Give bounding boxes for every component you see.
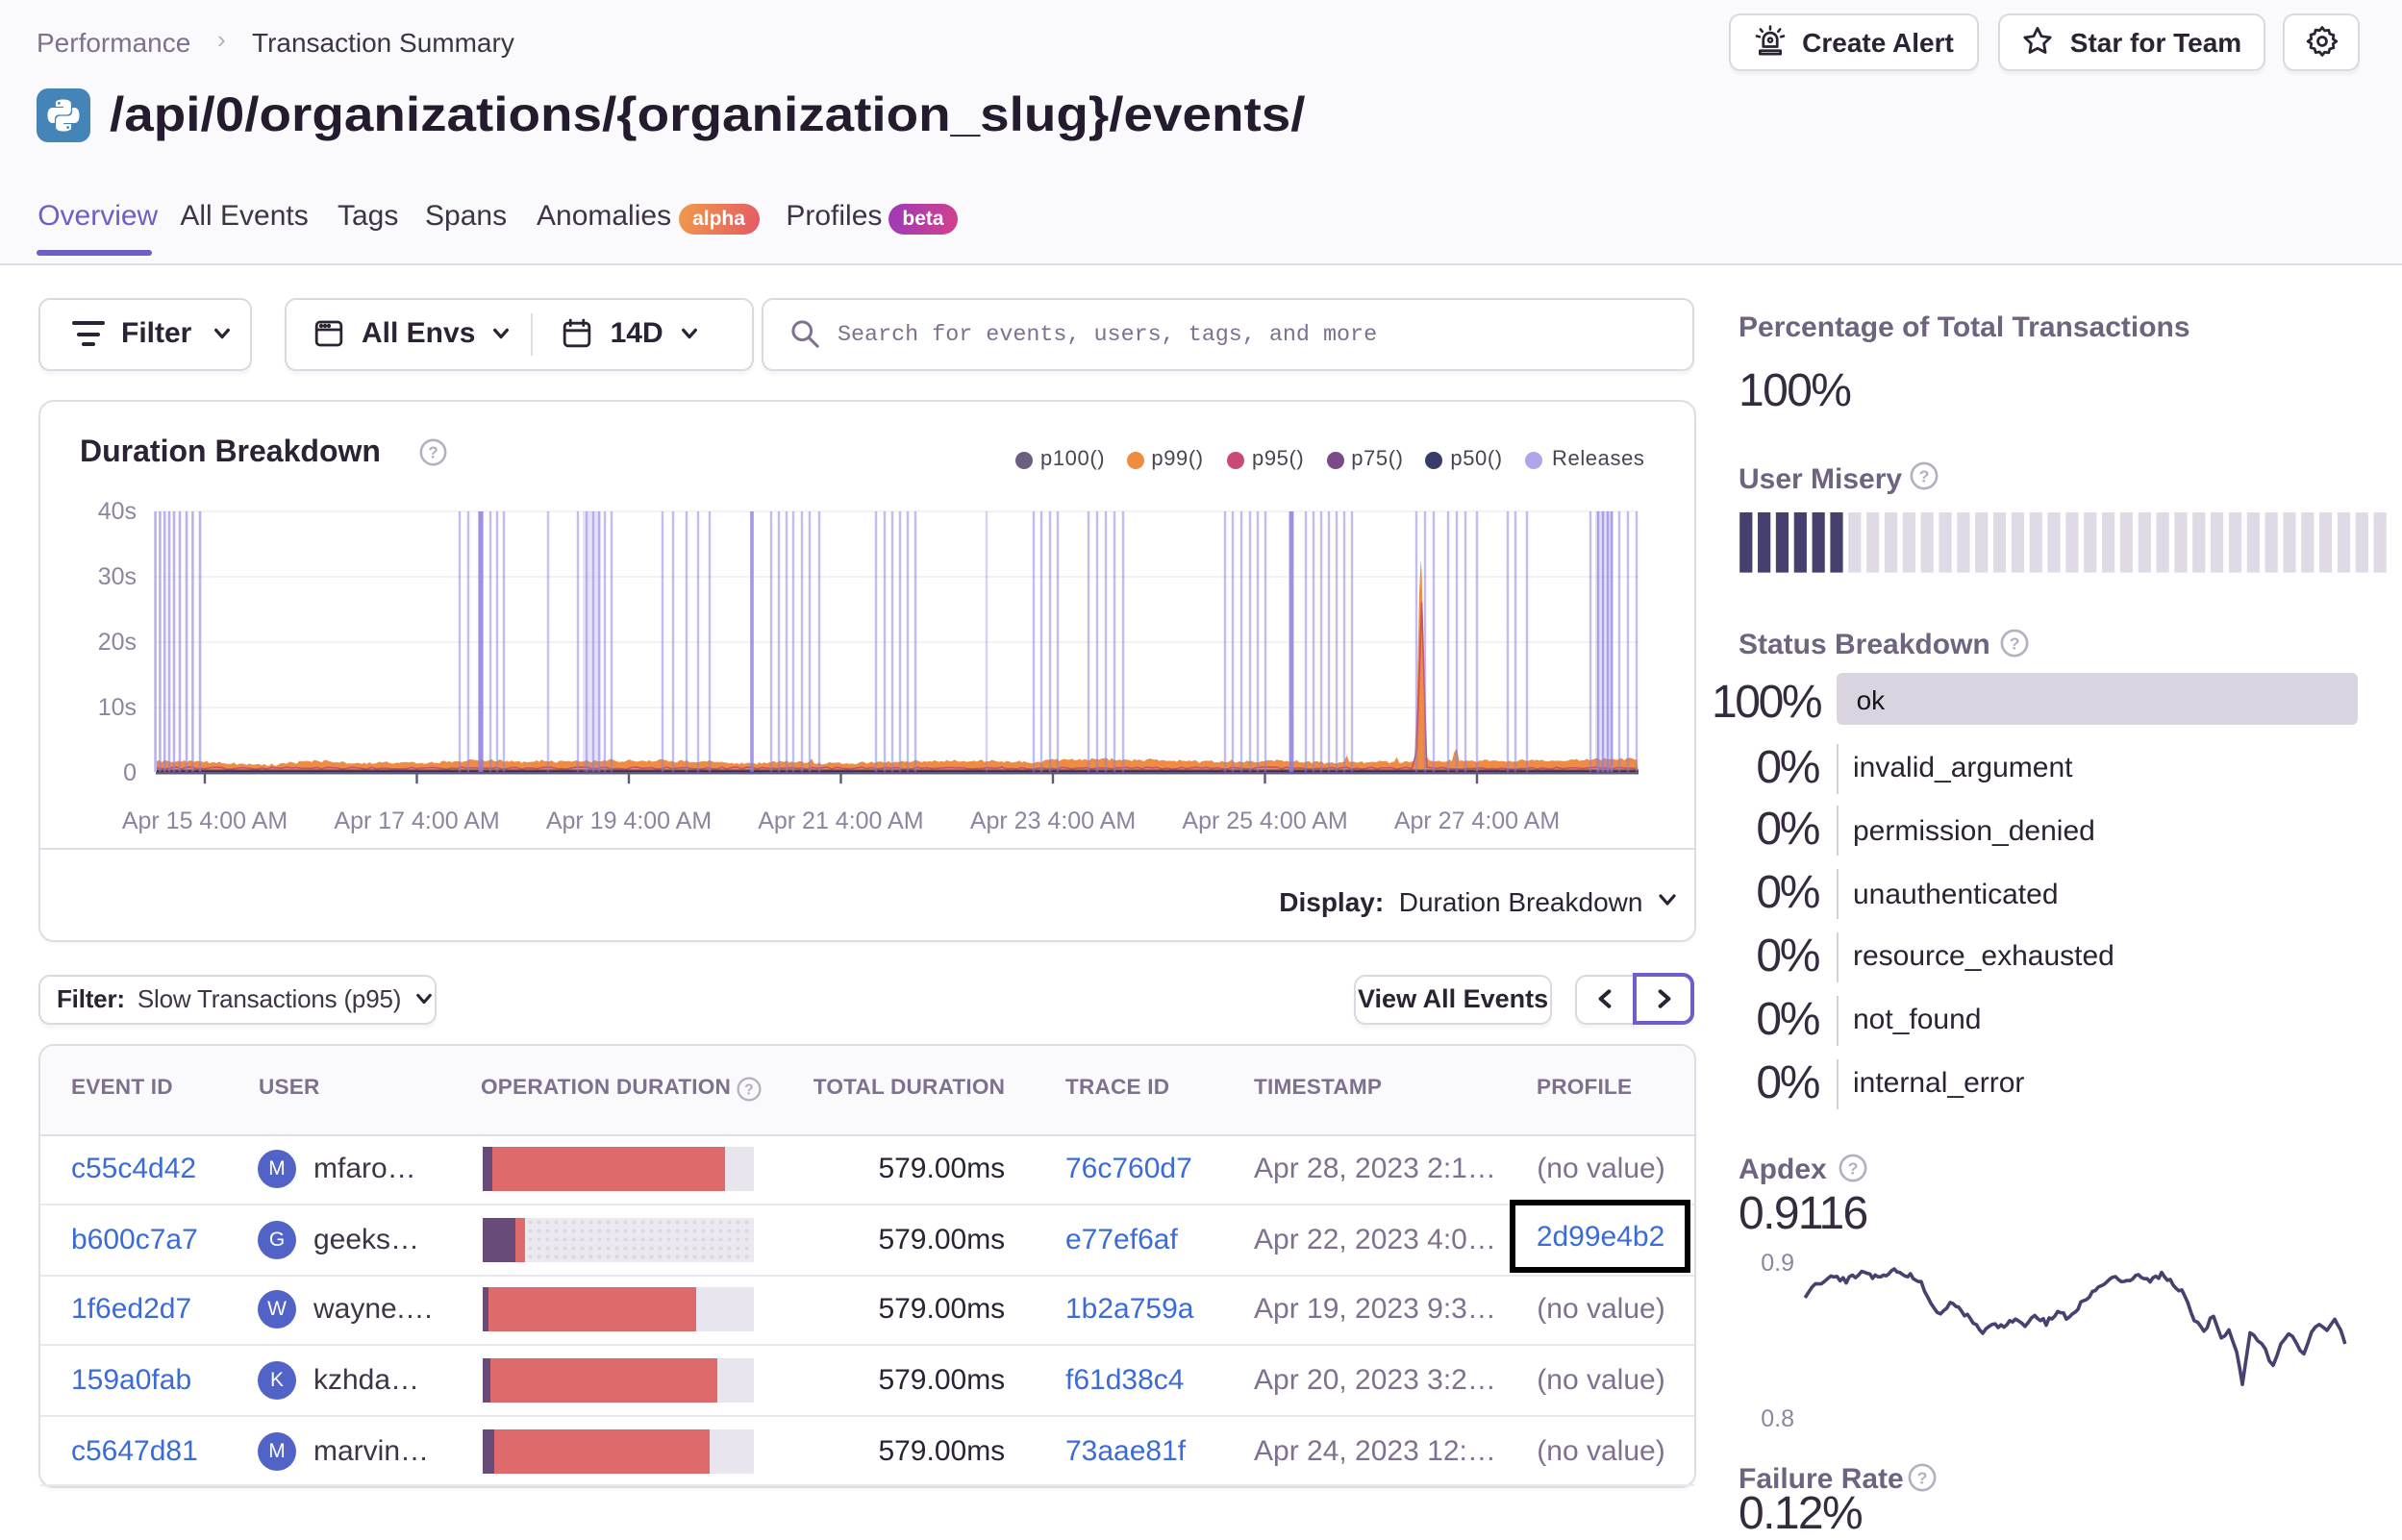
svg-text:?: ? — [1917, 1467, 1928, 1486]
svg-text:?: ? — [1847, 1158, 1858, 1178]
svg-text:?: ? — [743, 1081, 752, 1098]
svg-text:?: ? — [1919, 467, 1930, 486]
svg-text:?: ? — [428, 443, 438, 462]
svg-text:?: ? — [2010, 633, 2020, 652]
